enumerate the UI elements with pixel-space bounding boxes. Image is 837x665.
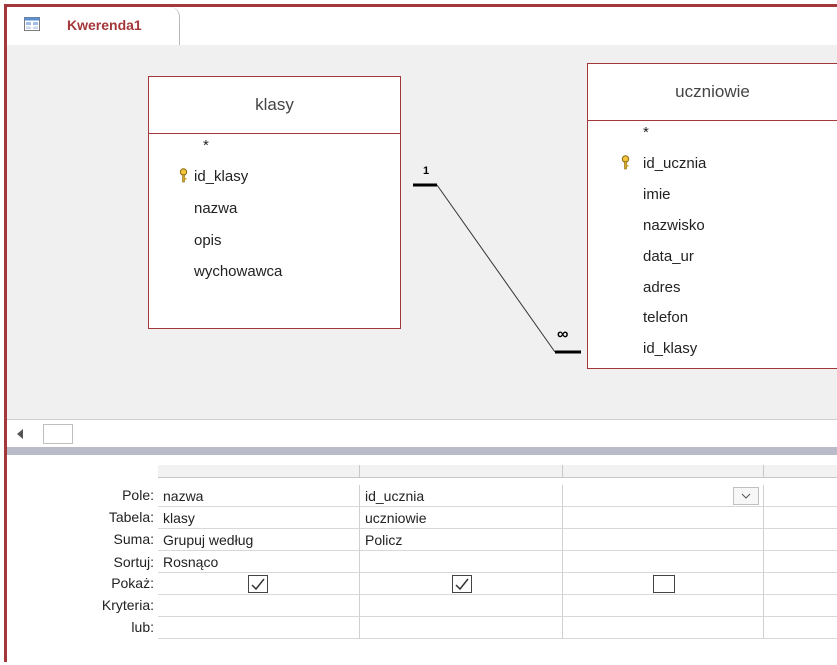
table-klasy[interactable]: klasy * id_klasy nazwa opis wychowawca [148,76,401,329]
primary-key-icon [179,168,188,183]
cell-suma-4[interactable] [764,529,837,551]
table-uczniowie[interactable]: uczniowie * id_ucznia imie nazwisko data… [587,63,837,369]
cell-lub-4[interactable] [764,617,837,639]
cell-pokaz-4[interactable] [764,573,837,595]
field-klasy-wychowawca[interactable]: wychowawca [194,263,282,280]
primary-key-icon [621,155,630,170]
relationship-line[interactable] [407,155,587,355]
cell-lub-2[interactable] [360,617,563,639]
field-uczniowie-id_klasy[interactable]: id_klasy [643,340,697,357]
field-uczniowie-telefon[interactable]: telefon [643,309,688,326]
cell-kryteria-3[interactable] [563,595,764,617]
scroll-thumb[interactable] [43,424,73,444]
checkmark-icon [251,578,265,591]
cell-pole-4[interactable] [764,485,837,507]
show-checkbox-2[interactable] [452,575,472,593]
cell-kryteria-1[interactable] [158,595,360,617]
pane-splitter[interactable] [7,447,837,455]
document-tab-strip: Kwerenda1 [7,7,837,46]
checkmark-icon [455,578,469,591]
field-klasy-all[interactable]: * [203,137,209,154]
field-uczniowie-nazwisko[interactable]: nazwisko [643,217,705,234]
relationship-one-label: 1 [423,165,430,177]
horizontal-scrollbar[interactable] [7,419,837,448]
cell-kryteria-4[interactable] [764,595,837,617]
cell-lub-1[interactable] [158,617,360,639]
row-label-sortuj: Sortuj: [113,554,154,570]
cell-tabela-4[interactable] [764,507,837,529]
cell-lub-3[interactable] [563,617,764,639]
chevron-down-icon [741,493,751,499]
cell-kryteria-2[interactable] [360,595,563,617]
field-uczniowie-imie[interactable]: imie [643,186,671,203]
qbe-grid: nazwa klasy Grupuj według Rosnąco id_ucz… [158,465,837,665]
row-label-suma: Suma: [113,531,154,547]
cell-sortuj-1[interactable]: Rosnąco [158,551,360,573]
cell-tabela-1[interactable]: klasy [158,507,360,529]
field-klasy-nazwa[interactable]: nazwa [194,200,237,217]
cell-sortuj-2[interactable] [360,551,563,573]
tab-kwerenda1[interactable]: Kwerenda1 [7,7,180,45]
field-uczniowie-data_ur[interactable]: data_ur [643,248,694,265]
table-uczniowie-title[interactable]: uczniowie [588,64,837,121]
column-selector-1[interactable] [158,465,360,478]
tab-title: Kwerenda1 [67,17,142,33]
column-selector-3[interactable] [563,465,764,478]
cell-sortuj-4[interactable] [764,551,837,573]
cell-pokaz-3 [563,573,764,595]
field-dropdown-button[interactable] [733,487,759,505]
row-label-tabela: Tabela: [108,509,154,525]
column-selector-2[interactable] [360,465,563,478]
cell-pokaz-2 [360,573,563,595]
cell-tabela-2[interactable]: uczniowie [360,507,563,529]
show-checkbox-1[interactable] [248,575,268,593]
row-label-kryteria: Kryteria: [101,597,154,613]
row-label-lub: lub: [131,619,154,635]
scroll-left-icon[interactable] [17,429,23,439]
cell-suma-2[interactable]: Policz [360,529,563,551]
cell-suma-1[interactable]: Grupuj według [158,529,360,551]
relationship-many-label: ∞ [557,326,569,343]
field-klasy-id_klasy[interactable]: id_klasy [194,168,248,185]
cell-sortuj-3[interactable] [563,551,764,573]
cell-pole-1[interactable]: nazwa [158,485,360,507]
show-checkbox-3[interactable] [653,575,675,593]
column-selector-4[interactable] [764,465,837,478]
row-label-pokaz: Pokaż: [111,575,154,591]
field-klasy-opis[interactable]: opis [194,232,222,249]
design-grid-pane: Pole: Tabela: Suma: Sortuj: Pokaż: Kryte… [7,455,837,665]
row-label-pole: Pole: [122,487,154,503]
table-pane[interactable]: klasy * id_klasy nazwa opis wychowawca u… [7,45,837,419]
table-klasy-title[interactable]: klasy [149,77,400,134]
cell-pokaz-1 [158,573,360,595]
cell-tabela-3[interactable] [563,507,764,529]
query-icon [24,17,40,31]
field-uczniowie-adres[interactable]: adres [643,279,681,296]
query-design-window: Kwerenda1 klasy * id_klasy nazwa opis wy… [4,4,837,665]
field-uczniowie-id_ucznia[interactable]: id_ucznia [643,155,706,172]
cell-suma-3[interactable] [563,529,764,551]
cell-pole-2[interactable]: id_ucznia [360,485,563,507]
field-uczniowie-all[interactable]: * [643,124,649,141]
